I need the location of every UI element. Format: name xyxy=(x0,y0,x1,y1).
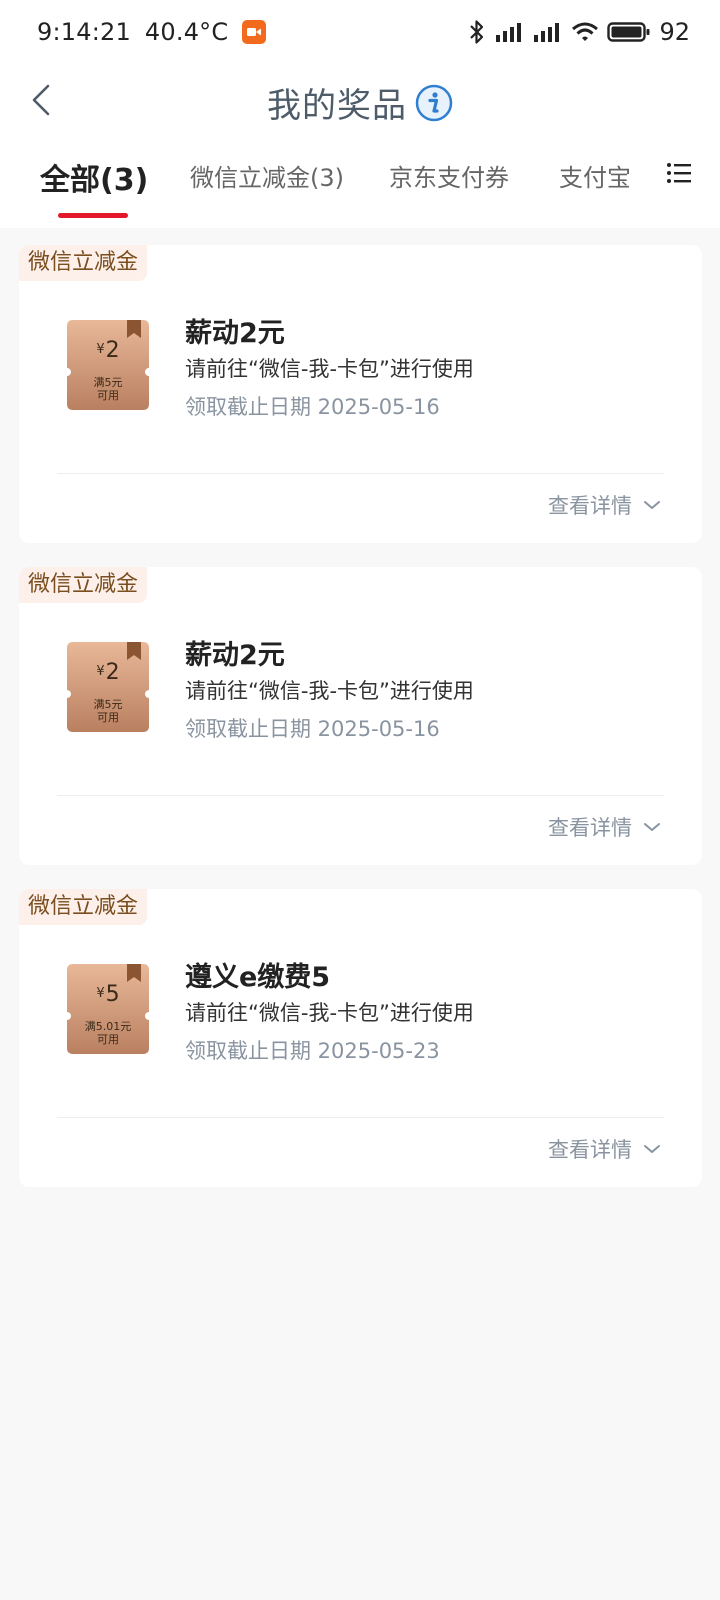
tab-wechat-discount[interactable]: 微信立减金(3) xyxy=(190,158,344,193)
page-title: 我的奖品 xyxy=(267,86,407,126)
prize-card: 微信立减金 ¥2 满5元 可用 薪动2元 请前往“微信-我-卡包”进行使用 领取… xyxy=(19,245,702,543)
view-details-button[interactable]: 查看详情 xyxy=(548,490,662,520)
coupon-currency: ¥ xyxy=(96,342,105,357)
card-deadline: 领取截止日期 2025-05-23 xyxy=(185,1039,440,1063)
battery-icon xyxy=(607,21,651,43)
view-details-button[interactable]: 查看详情 xyxy=(548,1134,662,1164)
view-details-label: 查看详情 xyxy=(548,816,632,840)
card-deadline: 领取截止日期 2025-05-16 xyxy=(185,395,440,419)
coupon-value: 2 xyxy=(105,338,120,363)
view-details-label: 查看详情 xyxy=(548,494,632,518)
card-divider xyxy=(57,1117,664,1118)
coupon-condition: 满5.01元 xyxy=(84,1020,132,1033)
card-description: 请前往“微信-我-卡包”进行使用 xyxy=(185,1001,474,1025)
tab-jd-pay[interactable]: 京东支付券 xyxy=(389,158,509,193)
coupon-usable: 可用 xyxy=(97,711,119,724)
card-tag: 微信立减金 xyxy=(19,889,148,925)
chevron-down-icon xyxy=(644,823,660,831)
recording-icon xyxy=(242,20,267,44)
status-bar: 9:14:21 40.4°C 92 xyxy=(0,0,720,66)
chevron-down-icon xyxy=(644,501,660,509)
header: 我的奖品 全部(3) 微信立减金(3) 京东支付券 支付宝 xyxy=(0,66,720,228)
card-tag: 微信立减金 xyxy=(19,245,148,281)
tab-bar: 全部(3) 微信立减金(3) 京东支付券 支付宝 xyxy=(0,158,720,228)
coupon-currency: ¥ xyxy=(96,986,105,1001)
card-title: 遵义e缴费5 xyxy=(185,962,331,993)
coupon-icon: ¥5 满5.01元 可用 xyxy=(67,964,149,1054)
card-description: 请前往“微信-我-卡包”进行使用 xyxy=(185,679,474,703)
card-deadline: 领取截止日期 2025-05-16 xyxy=(185,717,440,741)
coupon-icon: ¥2 满5元 可用 xyxy=(67,642,149,732)
signal-icon xyxy=(495,21,525,43)
prize-card: 微信立减金 ¥5 满5.01元 可用 遵义e缴费5 请前往“微信-我-卡包”进行… xyxy=(19,889,702,1187)
tab-all[interactable]: 全部(3) xyxy=(40,155,148,199)
tab-alipay[interactable]: 支付宝 xyxy=(559,158,629,193)
coupon-usable: 可用 xyxy=(97,389,119,402)
card-description: 请前往“微信-我-卡包”进行使用 xyxy=(185,357,474,381)
coupon-condition: 满5元 xyxy=(93,698,123,711)
coupon-value: 2 xyxy=(105,660,120,685)
card-divider xyxy=(57,473,664,474)
signal-icon xyxy=(533,21,563,43)
info-icon[interactable] xyxy=(415,84,453,122)
coupon-value: 5 xyxy=(105,982,120,1007)
page-title-wrap: 我的奖品 xyxy=(0,78,720,127)
status-temperature: 40.4°C xyxy=(144,18,229,46)
list-menu-icon[interactable] xyxy=(666,160,692,186)
wifi-icon xyxy=(571,21,599,43)
coupon-usable: 可用 xyxy=(97,1033,119,1046)
coupon-icon: ¥2 满5元 可用 xyxy=(67,320,149,410)
view-details-label: 查看详情 xyxy=(548,1138,632,1162)
prize-card: 微信立减金 ¥2 满5元 可用 薪动2元 请前往“微信-我-卡包”进行使用 领取… xyxy=(19,567,702,865)
chevron-down-icon xyxy=(644,1145,660,1153)
battery-level: 92 xyxy=(659,18,690,46)
card-divider xyxy=(57,795,664,796)
card-tag: 微信立减金 xyxy=(19,567,148,603)
view-details-button[interactable]: 查看详情 xyxy=(548,812,662,842)
coupon-condition: 满5元 xyxy=(93,376,123,389)
tab-active-indicator xyxy=(58,213,128,218)
coupon-currency: ¥ xyxy=(96,664,105,679)
bluetooth-icon xyxy=(467,19,487,45)
status-time: 9:14:21 xyxy=(37,18,131,46)
card-title: 薪动2元 xyxy=(185,640,285,671)
card-title: 薪动2元 xyxy=(185,318,285,349)
